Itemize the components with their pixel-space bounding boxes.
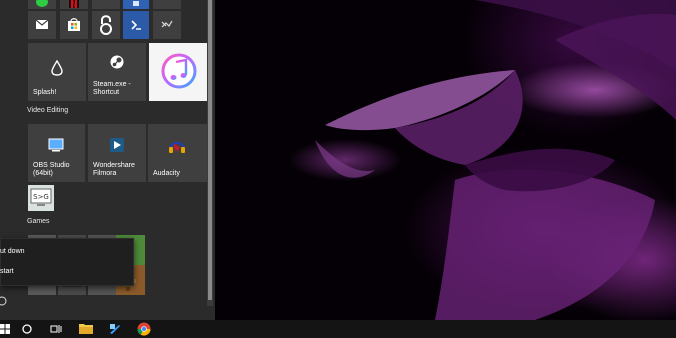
svg-text:S>G: S>G	[33, 193, 49, 201]
cortana-button[interactable]	[16, 320, 42, 338]
itunes-music-note-icon	[161, 53, 197, 89]
tile-label-splash: Splash!	[33, 89, 57, 96]
tile-label-filmora: Wondershare Filmora	[93, 162, 135, 177]
task-view-icon	[50, 325, 62, 333]
shortcut-icon	[161, 20, 173, 28]
shut-down-item[interactable]: ut down	[0, 242, 133, 262]
tile-obs-studio[interactable]: OBS Studio (64bit)	[28, 124, 85, 182]
netflix-icon	[69, 0, 79, 8]
tile-steam[interactable]: Steam.exe - Shortcut	[88, 43, 146, 101]
mail-icon	[36, 20, 48, 29]
group-header-video-editing[interactable]: Video Editing	[27, 107, 68, 114]
folder-icon	[79, 324, 93, 334]
obs-monitor-icon	[48, 138, 64, 152]
filmora-icon	[110, 138, 124, 152]
power-menu: ut down start	[0, 238, 134, 286]
power-icon[interactable]	[0, 295, 8, 307]
taskbar	[0, 320, 676, 338]
tile-label-audacity: Audacity	[153, 170, 180, 177]
tile-mail[interactable]	[28, 11, 56, 39]
tile-shortcut[interactable]	[153, 11, 181, 39]
start-menu: Splash! Steam.exe - Shortcut Video Editi…	[0, 0, 215, 320]
desktop-wallpaper	[215, 0, 676, 320]
tile-lock[interactable]	[92, 11, 120, 39]
tile-s-g[interactable]: S>G	[28, 185, 54, 211]
cortana-circle-icon	[22, 324, 32, 334]
tile-label-obs-studio: OBS Studio (64bit)	[33, 162, 70, 177]
chrome-button[interactable]	[132, 320, 158, 338]
whatsapp-icon	[36, 0, 48, 7]
tile-powershell[interactable]	[123, 11, 149, 39]
tile-netflix[interactable]	[60, 0, 88, 9]
app-icon	[133, 1, 139, 6]
audacity-headphones-icon	[169, 142, 185, 153]
tile-splash[interactable]: Splash!	[28, 43, 86, 101]
tile-blue[interactable]	[123, 0, 149, 9]
store-bag-icon	[68, 18, 80, 31]
tile-whatsapp[interactable]	[28, 0, 56, 9]
water-drop-icon	[51, 60, 63, 76]
shut-down-label: ut down	[0, 248, 25, 255]
tile-store[interactable]	[60, 11, 88, 39]
task-view-button[interactable]	[44, 320, 70, 338]
steam-icon	[110, 55, 124, 69]
wallpaper-petals	[315, 0, 676, 320]
powershell-icon	[131, 20, 141, 30]
chrome-icon	[137, 322, 151, 336]
tile-audacity[interactable]: Audacity	[148, 124, 207, 182]
tile-itunes[interactable]	[149, 43, 209, 101]
group-header-games[interactable]: Games	[27, 218, 50, 225]
monitor-icon: S>G	[30, 188, 52, 206]
pinned-app-icon	[110, 324, 120, 334]
restart-item[interactable]: start	[0, 262, 133, 282]
file-explorer-button[interactable]	[74, 320, 100, 338]
tile-label-steam: Steam.exe - Shortcut	[93, 81, 131, 96]
windows-logo-icon	[0, 324, 10, 334]
store-button[interactable]	[103, 320, 129, 338]
tile-filmora[interactable]: Wondershare Filmora	[88, 124, 146, 182]
padlock-icon	[100, 15, 112, 35]
start-menu-scrollbar-thumb[interactable]	[208, 0, 212, 300]
tile-small-5[interactable]	[153, 0, 181, 9]
tile-small-3[interactable]	[92, 0, 120, 9]
restart-label: start	[0, 268, 14, 275]
